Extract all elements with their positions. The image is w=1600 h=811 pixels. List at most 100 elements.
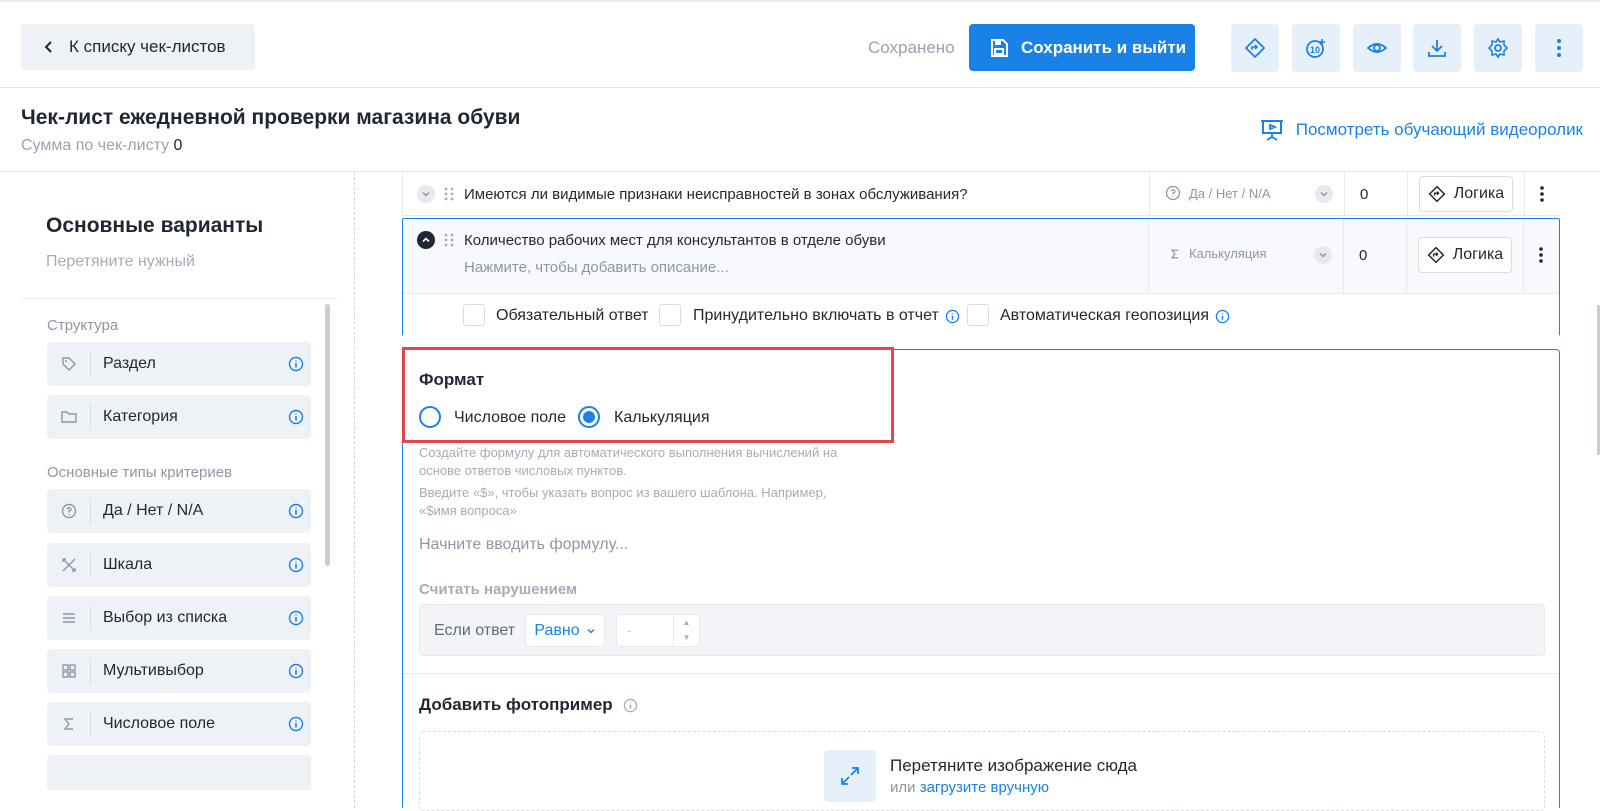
number-stepper[interactable]: ▲ ▼	[673, 615, 699, 646]
logic-label: Логика	[1452, 246, 1504, 263]
component-label: Раздел	[103, 355, 156, 372]
grid-icon	[61, 664, 76, 678]
answer-type-select[interactable]: Да / Нет / N/A	[1165, 185, 1271, 201]
back-to-checklists-button[interactable]: К списку чек-листов	[21, 24, 255, 70]
component-multiselect[interactable]: Мультивыбор	[47, 649, 311, 693]
component-yes-no[interactable]: Да / Нет / N/A	[47, 489, 311, 533]
saved-status: Сохранено	[868, 38, 955, 57]
kebab-menu-icon[interactable]	[1540, 186, 1544, 202]
required-label: Обязательный ответ	[496, 307, 649, 324]
score-value[interactable]: 0	[1359, 247, 1367, 264]
info-icon[interactable]	[288, 503, 304, 519]
column-divider	[1343, 219, 1344, 293]
checklist-title: Чек-лист ежедневной проверки магазина об…	[21, 106, 521, 129]
diamond-route-icon	[1427, 246, 1445, 264]
scale-icon	[61, 558, 76, 572]
info-icon[interactable]	[288, 356, 304, 372]
panel-divider	[354, 172, 355, 808]
component-category[interactable]: Категория	[47, 395, 311, 439]
type-dropdown-chevron-icon[interactable]	[1315, 185, 1333, 203]
column-divider	[1148, 219, 1149, 293]
geo-checkbox[interactable]	[967, 304, 989, 326]
diamond-route-icon	[1428, 185, 1446, 203]
info-icon[interactable]	[288, 663, 304, 679]
required-checkbox[interactable]	[463, 304, 485, 326]
column-divider	[1524, 172, 1525, 216]
settings-button[interactable]	[1474, 24, 1522, 72]
kebab-menu-icon	[1557, 39, 1561, 57]
kebab-menu-icon[interactable]	[1539, 247, 1543, 263]
answer-type-select[interactable]: Калькуляция	[1169, 246, 1267, 261]
formula-input[interactable]: Начните вводить формулу...	[419, 536, 628, 554]
component-scale[interactable]: Шкала	[47, 543, 311, 587]
column-divider	[1523, 219, 1524, 293]
checklist-header: Чек-лист ежедневной проверки магазина об…	[0, 88, 1600, 172]
image-dropzone[interactable]: Перетяните изображение сюда или загрузит…	[419, 731, 1545, 811]
top-bar: К списку чек-листов Сохранено Сохранить …	[0, 0, 1600, 88]
eye-icon	[1366, 43, 1388, 53]
score-tool-button[interactable]: 10	[1292, 24, 1340, 72]
download-icon	[1428, 40, 1446, 57]
collapse-chevron-icon[interactable]	[417, 231, 435, 249]
info-icon[interactable]	[623, 698, 638, 713]
component-list-select[interactable]: Выбор из списка	[47, 596, 311, 640]
component-section[interactable]: Раздел	[47, 342, 311, 386]
tutorial-video-link[interactable]: Посмотреть обучающий видеоролик	[1260, 118, 1583, 142]
operator-value: Равно	[534, 621, 580, 639]
geo-label: Автоматическая геопозиция	[1000, 307, 1230, 325]
drag-handle-icon[interactable]	[444, 233, 454, 247]
photo-example-title: Добавить фотопример	[419, 695, 638, 715]
save-and-exit-button[interactable]: Сохранить и выйти	[969, 24, 1195, 71]
info-icon[interactable]	[288, 557, 304, 573]
question-row-expanded[interactable]: Количество рабочих мест для консультанто…	[402, 218, 1560, 336]
force-report-checkbox[interactable]	[659, 304, 681, 326]
save-label: Сохранить и выйти	[1021, 37, 1187, 57]
preview-button[interactable]	[1353, 24, 1401, 72]
presentation-icon	[1260, 120, 1283, 141]
type-dropdown-chevron-icon[interactable]	[1314, 246, 1332, 264]
force-report-label: Принудительно включать в отчет	[693, 307, 960, 325]
component-label: Категория	[103, 408, 178, 425]
sigma-icon	[63, 718, 73, 730]
logic-button[interactable]: Логика	[1418, 237, 1512, 273]
logic-button[interactable]: Логика	[1419, 176, 1513, 212]
components-panel: Основные варианты Перетяните нужный Стру…	[21, 190, 337, 790]
more-options-button[interactable]	[1535, 24, 1583, 72]
chevron-left-icon	[44, 41, 52, 53]
score-plus-icon: 10	[1306, 39, 1325, 58]
highlight-box	[402, 347, 894, 443]
if-answer-label: Если ответ	[434, 622, 516, 639]
component-number-field[interactable]: Числовое поле	[47, 702, 311, 746]
expand-chevron-icon[interactable]	[417, 185, 435, 203]
question-text[interactable]: Количество рабочих мест для консультанто…	[464, 232, 886, 249]
info-icon[interactable]	[288, 716, 304, 732]
question-text[interactable]: Имеются ли видимые признаки неисправност…	[464, 186, 968, 203]
download-button[interactable]	[1413, 24, 1461, 72]
component-label: Да / Нет / N/A	[103, 502, 204, 519]
column-divider	[1406, 219, 1407, 293]
component-partial[interactable]	[47, 755, 311, 790]
section-divider	[403, 673, 1559, 674]
diamond-route-icon	[1244, 37, 1266, 59]
components-hint: Перетяните нужный	[46, 253, 195, 270]
question-description[interactable]: Нажмите, чтобы добавить описание...	[464, 259, 729, 276]
svg-text:10: 10	[1310, 45, 1320, 55]
answer-type-label: Да / Нет / N/A	[1189, 185, 1271, 201]
violation-value-input[interactable]: - ▲ ▼	[616, 614, 700, 647]
question-icon	[1165, 185, 1181, 201]
sum-value: 0	[173, 137, 183, 154]
component-label: Числовое поле	[103, 715, 216, 732]
info-icon[interactable]	[288, 610, 304, 626]
logic-tool-button[interactable]	[1231, 24, 1279, 72]
upload-manually-link[interactable]: загрузите вручную	[920, 779, 1049, 796]
components-scrollbar[interactable]	[325, 304, 330, 566]
component-label: Выбор из списка	[103, 609, 228, 626]
drag-handle-icon[interactable]	[444, 187, 454, 201]
operator-select[interactable]: Равно	[525, 614, 605, 647]
group-types-label: Основные типы критериев	[47, 464, 233, 481]
score-value[interactable]: 0	[1360, 186, 1368, 203]
info-icon[interactable]	[288, 409, 304, 425]
info-icon[interactable]	[1215, 309, 1230, 324]
info-icon[interactable]	[945, 309, 960, 324]
question-row[interactable]: Имеются ли видимые признаки неисправност…	[402, 172, 1560, 216]
